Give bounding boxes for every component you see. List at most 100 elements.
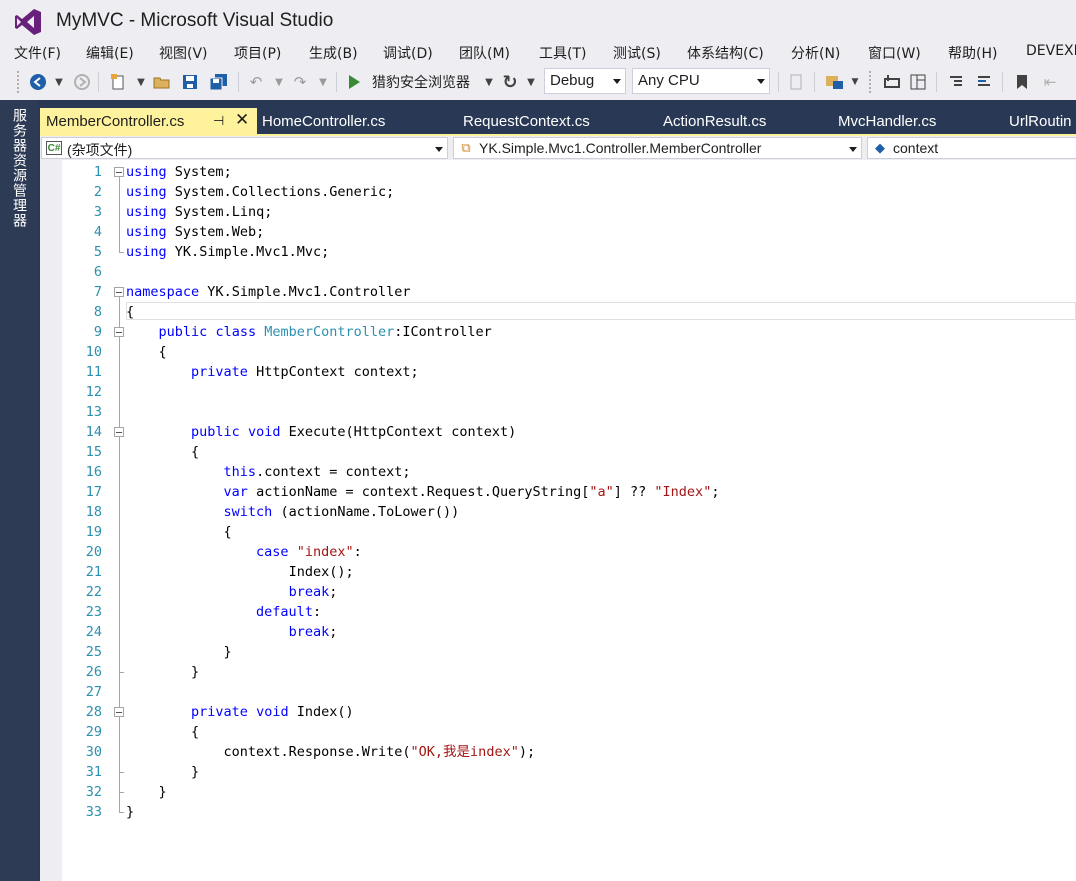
menu-file[interactable]: 文件(F)	[14, 43, 61, 63]
code-line[interactable]: break;	[126, 582, 338, 602]
keyword-token: break	[288, 584, 330, 600]
outdent-icon[interactable]	[946, 71, 966, 93]
undo-dropdown-icon[interactable]: ▼	[272, 71, 286, 93]
code-line[interactable]: }	[126, 662, 199, 682]
collapse-outline-icon[interactable]	[114, 287, 124, 297]
find-in-files-icon[interactable]	[824, 71, 846, 93]
code-line[interactable]: switch (actionName.ToLower())	[126, 502, 460, 522]
code-line[interactable]: context.Response.Write("OK,我是index");	[126, 742, 536, 762]
code-line[interactable]: var actionName = context.Request.QuerySt…	[126, 482, 720, 502]
code-line[interactable]: }	[126, 642, 232, 662]
code-line[interactable]: {	[126, 442, 199, 462]
toolbar-grip[interactable]	[16, 70, 20, 94]
tab-urlrouting[interactable]: UrlRoutin	[1003, 108, 1076, 134]
collapse-outline-icon[interactable]	[114, 167, 124, 177]
code-line[interactable]: Index();	[126, 562, 354, 582]
tab-requestcontext[interactable]: RequestContext.cs	[457, 108, 596, 134]
outline-end	[119, 772, 124, 773]
code-line[interactable]: {	[126, 722, 199, 742]
menu-analyze[interactable]: 分析(N)	[791, 43, 840, 63]
menu-architecture[interactable]: 体系结构(C)	[687, 43, 764, 63]
menu-window[interactable]: 窗口(W)	[868, 43, 921, 63]
code-line[interactable]: using System.Linq;	[126, 202, 272, 222]
redo-icon[interactable]: ↷	[290, 71, 310, 93]
tab-membercontroller[interactable]: MemberController.cs ⊣ ✕	[40, 108, 257, 134]
menu-build[interactable]: 生成(B)	[309, 43, 358, 63]
close-icon[interactable]: ✕	[235, 110, 249, 130]
indent-icon[interactable]	[974, 71, 994, 93]
bookmark-icon[interactable]	[1012, 71, 1032, 93]
back-dropdown-icon[interactable]: ▼	[52, 71, 66, 93]
project-dropdown[interactable]: C# (杂项文件)	[41, 137, 448, 159]
code-line[interactable]: public void Execute(HttpContext context)	[126, 422, 516, 442]
line-number: 15	[85, 444, 102, 460]
layout-icon[interactable]	[908, 71, 928, 93]
refresh-dropdown-icon[interactable]: ▼	[524, 71, 538, 93]
code-line[interactable]: using YK.Simple.Mvc1.Mvc;	[126, 242, 329, 262]
tab-actionresult[interactable]: ActionResult.cs	[657, 108, 772, 134]
collapse-outline-icon[interactable]	[114, 707, 124, 717]
collapse-outline-icon[interactable]	[114, 427, 124, 437]
start-browser-button[interactable]: 猎豹安全浏览器	[372, 71, 480, 93]
start-browser-dropdown-icon[interactable]: ▼	[482, 71, 496, 93]
code-line[interactable]: public class MemberController:IControlle…	[126, 322, 492, 342]
code-token: IController	[402, 324, 492, 340]
menu-devexpress[interactable]: DEVEXP	[1026, 43, 1076, 59]
tab-mvchandler[interactable]: MvcHandler.cs	[832, 108, 942, 134]
previous-bookmark-icon[interactable]: ⇤	[1040, 71, 1060, 93]
code-line[interactable]: private HttpContext context;	[126, 362, 419, 382]
back-icon[interactable]	[28, 71, 48, 93]
solution-configuration-dropdown[interactable]: Debug	[544, 68, 626, 94]
save-all-icon[interactable]	[208, 71, 230, 93]
new-project-icon[interactable]	[108, 71, 128, 93]
open-icon[interactable]	[152, 71, 172, 93]
menu-debug[interactable]: 调试(D)	[383, 43, 433, 63]
code-token: Mvc1	[288, 284, 322, 300]
code-token: System	[174, 164, 224, 180]
code-line[interactable]: using System.Collections.Generic;	[126, 182, 394, 202]
code-line[interactable]: private void Index()	[126, 702, 354, 722]
menu-view[interactable]: 视图(V)	[159, 43, 208, 63]
menu-help[interactable]: 帮助(H)	[948, 43, 997, 63]
overflow-dropdown-icon[interactable]: ▼	[850, 71, 860, 93]
server-explorer-tab[interactable]: 服务器资源管理器	[9, 108, 29, 228]
code-line[interactable]: }	[126, 802, 134, 822]
keyword-token: namespace	[126, 284, 200, 300]
forward-icon[interactable]	[72, 71, 92, 93]
code-line[interactable]: {	[126, 522, 232, 542]
menu-edit[interactable]: 编辑(E)	[86, 43, 134, 63]
start-icon[interactable]	[344, 71, 364, 93]
menu-project[interactable]: 项目(P)	[234, 43, 281, 63]
code-line[interactable]: }	[126, 762, 199, 782]
attach-process-icon[interactable]	[786, 71, 806, 93]
pin-icon[interactable]: ⊣	[213, 113, 224, 129]
code-line[interactable]: }	[126, 782, 167, 802]
code-line[interactable]: using System;	[126, 162, 232, 182]
member-dropdown[interactable]: ◆ context	[867, 137, 1076, 159]
undo-icon[interactable]: ↶	[246, 71, 266, 93]
keyword-token: class	[215, 324, 257, 340]
code-line[interactable]: using System.Web;	[126, 222, 264, 242]
code-line[interactable]: break;	[126, 622, 338, 642]
save-icon[interactable]	[180, 71, 200, 93]
menu-team[interactable]: 团队(M)	[459, 43, 510, 63]
solution-platform-dropdown[interactable]: Any CPU	[632, 68, 770, 94]
type-dropdown[interactable]: ⧉ YK.Simple.Mvc1.Controller.MemberContro…	[453, 137, 862, 159]
code-line[interactable]: case "index":	[126, 542, 362, 562]
code-line[interactable]: namespace YK.Simple.Mvc1.Controller	[126, 282, 411, 302]
code-line[interactable]: this.context = context;	[126, 462, 411, 482]
code-token: ()	[337, 704, 354, 720]
menu-test[interactable]: 测试(S)	[613, 43, 661, 63]
tab-homecontroller[interactable]: HomeController.cs	[256, 108, 391, 134]
code-line[interactable]: default:	[126, 602, 321, 622]
new-project-dropdown-icon[interactable]: ▼	[134, 71, 148, 93]
menu-tools[interactable]: 工具(T)	[539, 43, 586, 63]
code-line[interactable]: {	[126, 342, 167, 362]
refresh-icon[interactable]: ↻	[500, 71, 520, 93]
toolbar-grip[interactable]	[868, 70, 872, 94]
line-number: 21	[85, 564, 102, 580]
comment-icon[interactable]	[882, 71, 902, 93]
line-number: 18	[85, 504, 102, 520]
collapse-outline-icon[interactable]	[114, 327, 124, 337]
redo-dropdown-icon[interactable]: ▼	[316, 71, 330, 93]
